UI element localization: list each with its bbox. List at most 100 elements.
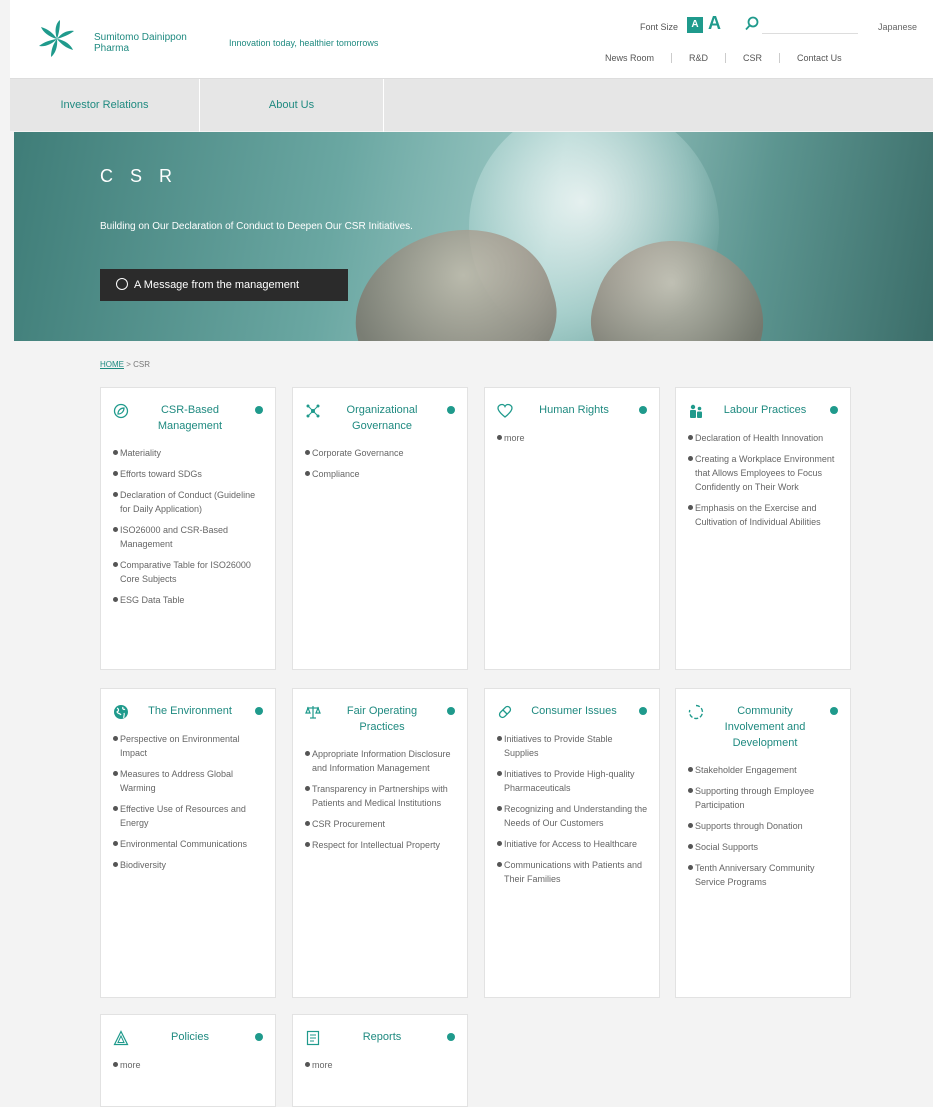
card-title: Labour Practices — [723, 404, 807, 416]
category-card-fair-operating-practices: Fair Operating Practices Appropriate Inf… — [292, 688, 468, 998]
arrow-bullet-icon[interactable] — [255, 1033, 263, 1041]
card-title: The Environment — [148, 705, 232, 717]
leaf-circle-icon — [113, 403, 129, 419]
arrow-bullet-icon[interactable] — [639, 707, 647, 715]
utility-nav: News Room R&D CSR Contact Us — [588, 53, 859, 63]
card-link[interactable]: Stakeholder Engagement — [688, 763, 840, 777]
category-card-human-rights: Human Rights more — [484, 387, 660, 670]
category-card-labour-practices: Labour Practices Declaration of Health I… — [675, 387, 851, 670]
company-name[interactable]: Sumitomo Dainippon Pharma — [94, 32, 187, 54]
arrow-bullet-icon[interactable] — [830, 406, 838, 414]
nav-link-contact-us[interactable]: Contact Us — [779, 53, 859, 63]
search-icon[interactable] — [744, 16, 760, 32]
card-title: CSR-Based Management — [157, 404, 223, 432]
card-link[interactable]: Appropriate Information Disclosure and I… — [305, 747, 457, 775]
network-icon — [306, 404, 320, 418]
font-size-large-button[interactable]: A — [708, 13, 721, 34]
font-size-label: Font Size — [640, 22, 679, 32]
card-link[interactable]: Comparative Table for ISO26000 Core Subj… — [113, 558, 265, 586]
card-header[interactable]: Labour Practices — [688, 402, 840, 419]
card-header[interactable]: Fair Operating Practices — [305, 703, 457, 735]
card-link[interactable]: Compliance — [305, 467, 457, 481]
card-link[interactable]: Declaration of Conduct (Guideline for Da… — [113, 488, 265, 516]
card-link[interactable]: Emphasis on the Exercise and Cultivation… — [688, 501, 840, 529]
company-logo-icon[interactable] — [36, 18, 78, 60]
arrow-bullet-icon[interactable] — [447, 1033, 455, 1041]
card-title: Reports — [362, 1031, 402, 1043]
global-nav: Investor Relations About Us — [10, 78, 933, 132]
card-link[interactable]: Social Supports — [688, 840, 840, 854]
card-link[interactable]: Tenth Anniversary Community Service Prog… — [688, 861, 840, 889]
people-icon — [690, 404, 702, 418]
card-link[interactable]: Respect for Intellectual Property — [305, 838, 457, 852]
site-header: Sumitomo Dainippon Pharma Innovation tod… — [10, 0, 933, 78]
search-input[interactable] — [762, 16, 858, 34]
gnav-about-us[interactable]: About Us — [200, 79, 384, 132]
card-title: Policies — [171, 1031, 209, 1043]
capsule-icon — [498, 705, 512, 719]
card-link[interactable]: Supports through Donation — [688, 819, 840, 833]
card-title: Community Involvement and Development — [724, 705, 806, 749]
arrow-bullet-icon[interactable] — [447, 406, 455, 414]
management-message-button[interactable]: A Message from the management — [100, 269, 348, 301]
nav-link-rnd[interactable]: R&D — [671, 53, 725, 63]
card-link[interactable]: Initiatives to Provide High-quality Phar… — [497, 767, 649, 795]
card-link[interactable]: ISO26000 and CSR-Based Management — [113, 523, 265, 551]
card-link[interactable]: Perspective on Environmental Impact — [113, 732, 265, 760]
breadcrumb-home[interactable]: HOME — [100, 360, 124, 369]
arrow-bullet-icon[interactable] — [255, 406, 263, 414]
card-header[interactable]: Community Involvement and Development — [688, 703, 840, 751]
card-header[interactable]: Organizational Governance — [305, 402, 457, 434]
card-link[interactable]: Efforts toward SDGs — [113, 467, 265, 481]
card-link[interactable]: Recognizing and Understanding the Needs … — [497, 802, 649, 830]
card-link[interactable]: Declaration of Health Innovation — [688, 431, 840, 445]
card-header[interactable]: Consumer Issues — [497, 703, 649, 720]
nav-link-news-room[interactable]: News Room — [588, 53, 671, 63]
card-link[interactable]: Corporate Governance — [305, 446, 457, 460]
card-link[interactable]: Environmental Communications — [113, 837, 265, 851]
arrow-bullet-icon[interactable] — [830, 707, 838, 715]
card-link[interactable]: CSR Procurement — [305, 817, 457, 831]
category-card-consumer-issues: Consumer Issues Initiatives to Provide S… — [484, 688, 660, 998]
card-link[interactable]: Biodiversity — [113, 858, 265, 872]
category-card-reports: Reports more — [292, 1014, 468, 1107]
tagline: Innovation today, healthier tomorrows — [229, 38, 379, 48]
card-link[interactable]: Creating a Workplace Environment that Al… — [688, 452, 840, 494]
card-link[interactable]: Supporting through Employee Participatio… — [688, 784, 840, 812]
breadcrumb-current: CSR — [133, 360, 151, 369]
font-size-small-button[interactable]: A — [687, 17, 703, 33]
globe-icon — [114, 705, 128, 719]
category-card-the-environment: The Environment Perspective on Environme… — [100, 688, 276, 998]
card-title: Consumer Issues — [531, 705, 617, 717]
card-title: Organizational Governance — [346, 404, 418, 432]
card-link[interactable]: Initiatives to Provide Stable Supplies — [497, 732, 649, 760]
arrow-bullet-icon[interactable] — [255, 707, 263, 715]
card-link[interactable]: more — [497, 431, 649, 445]
category-card-community-involvement: Community Involvement and Development St… — [675, 688, 851, 998]
gnav-investor-relations[interactable]: Investor Relations — [10, 79, 200, 132]
arrow-bullet-icon[interactable] — [447, 707, 455, 715]
card-header[interactable]: CSR-Based Management — [113, 402, 265, 434]
card-link[interactable]: Measures to Address Global Warming — [113, 767, 265, 795]
card-link[interactable]: more — [305, 1058, 457, 1072]
clock-icon — [116, 278, 128, 290]
card-header[interactable]: The Environment — [113, 703, 265, 720]
card-link[interactable]: Communications with Patients and Their F… — [497, 858, 649, 886]
card-link[interactable]: Effective Use of Resources and Energy — [113, 802, 265, 830]
card-link[interactable]: Transparency in Partnerships with Patien… — [305, 782, 457, 810]
card-link[interactable]: Materiality — [113, 446, 265, 460]
card-header[interactable]: Reports — [305, 1029, 457, 1046]
card-link[interactable]: more — [113, 1058, 265, 1072]
card-title: Human Rights — [539, 404, 609, 416]
card-header[interactable]: Policies — [113, 1029, 265, 1046]
card-link[interactable]: Initiative for Access to Healthcare — [497, 837, 649, 851]
card-link[interactable]: ESG Data Table — [113, 593, 265, 607]
scales-icon — [305, 706, 321, 719]
hero-banner: C S R Building on Our Declaration of Con… — [14, 132, 933, 341]
card-header[interactable]: Human Rights — [497, 402, 649, 419]
nav-link-csr[interactable]: CSR — [725, 53, 779, 63]
arrow-bullet-icon[interactable] — [639, 406, 647, 414]
card-title: Fair Operating Practices — [346, 705, 418, 733]
language-link-japanese[interactable]: Japanese — [878, 22, 917, 32]
management-message-label: A Message from the management — [134, 279, 300, 291]
